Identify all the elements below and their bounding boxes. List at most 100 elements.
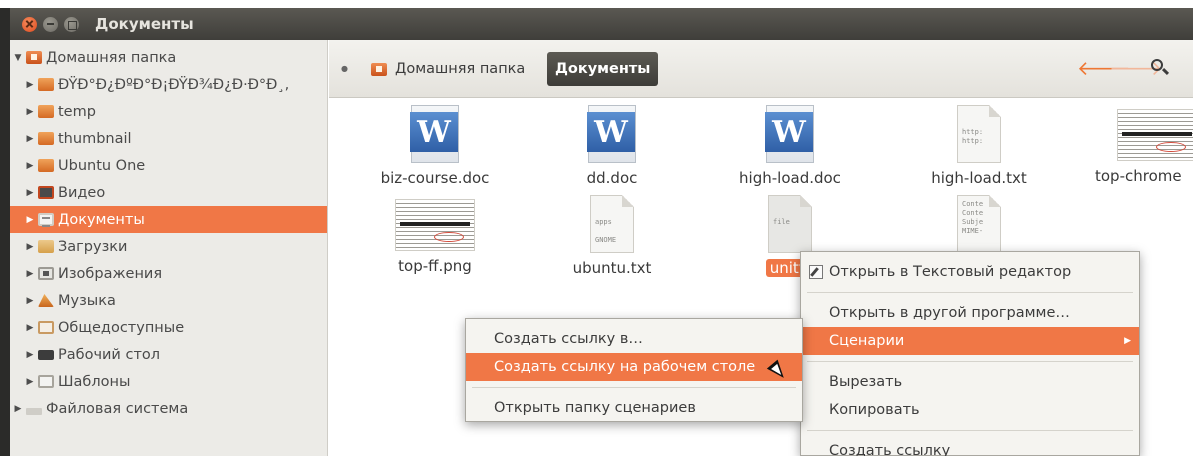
downloads-folder-icon — [38, 240, 54, 253]
file-item[interactable]: apps GNOME ubuntu.txt — [532, 195, 692, 277]
menu-item-label: Копировать — [829, 402, 920, 418]
file-name: high-load.txt — [931, 169, 1027, 187]
text-file-icon: apps GNOME — [590, 195, 634, 253]
menu-separator — [472, 387, 796, 388]
collapsed-arrow-icon[interactable]: ▶ — [24, 107, 36, 117]
sidebar-item-thumbnail[interactable]: ▶ thumbnail — [10, 125, 327, 152]
sidebar-item-label: Ubuntu One — [58, 157, 146, 174]
collapsed-arrow-icon[interactable]: ▶ — [24, 323, 36, 333]
sidebar-item-downloads[interactable]: ▶ Загрузки — [10, 233, 327, 260]
collapsed-arrow-icon[interactable]: ▶ — [24, 80, 36, 90]
collapsed-arrow-icon[interactable]: ▶ — [24, 269, 36, 279]
file-item[interactable]: Conte Conte Subje MIME- — [899, 195, 1059, 253]
collapsed-arrow-icon[interactable]: ▶ — [12, 404, 24, 414]
menu-item-label: Вырезать — [829, 374, 903, 390]
text-preview: Conte Conte Subje MIME- — [962, 200, 984, 235]
folder-icon — [38, 132, 54, 145]
maximize-window-button[interactable] — [64, 16, 79, 32]
folder-icon — [38, 105, 54, 118]
templates-folder-icon — [38, 375, 54, 388]
home-folder-icon — [371, 62, 387, 76]
word-document-icon: W — [410, 105, 459, 163]
sidebar-item-label: Общедоступные — [58, 319, 185, 336]
sidebar-item-public[interactable]: ▶ Общедоступные — [10, 314, 327, 341]
collapsed-arrow-icon[interactable]: ▶ — [24, 296, 36, 306]
text-file-icon: http: http: — [957, 105, 1001, 163]
menu-item-create-link-on-desktop[interactable]: Создать ссылку на рабочем столе — [466, 353, 802, 381]
sidebar-item-music[interactable]: ▶ Музыка — [10, 287, 327, 314]
path-scroll-left-icon[interactable]: ● — [341, 64, 348, 73]
window-titlebar[interactable]: Документы — [10, 8, 1193, 40]
window-title: Документы — [95, 15, 194, 33]
sidebar-item-home[interactable]: ▼ Домашняя папка — [10, 44, 327, 71]
menu-item-open-other-program[interactable]: Открыть в другой программе… — [801, 299, 1139, 327]
menu-separator — [807, 292, 1133, 293]
file-name: dd.doc — [586, 169, 638, 187]
scripts-submenu: Создать ссылку в… Создать ссылку на рабо… — [465, 318, 803, 422]
image-thumbnail-icon — [395, 199, 475, 251]
folder-icon — [38, 159, 54, 172]
menu-item-open-scripts-folder[interactable]: Открыть папку сценариев — [466, 394, 802, 422]
menu-item-create-link[interactable]: Создать ссылку — [801, 437, 1139, 456]
collapsed-arrow-icon[interactable]: ▶ — [24, 350, 36, 360]
breadcrumb-label: Документы — [555, 61, 651, 77]
sidebar-item-label: temp — [58, 103, 96, 120]
sidebar-item-label: Видео — [58, 184, 106, 201]
sidebar-item-video[interactable]: ▶ Видео — [10, 179, 327, 206]
sidebar-item-label: Загрузки — [58, 238, 128, 255]
sidebar-item-label: Шаблоны — [58, 373, 131, 390]
search-icon[interactable] — [1145, 54, 1173, 82]
sidebar-item-garbled-folder[interactable]: ▶ ÐŸÐ°Ð¿ÐºÐ°Ð¡ÐŸÐ¾Ð¿Ð·Ð°Ð¸, — [10, 71, 327, 98]
minimize-window-button[interactable] — [43, 16, 58, 32]
path-bar: ● Домашняя папка Документы 🡐 🡒 — [329, 40, 1193, 98]
menu-item-scripts[interactable]: Сценарии ▶ — [801, 327, 1139, 355]
sidebar-item-documents[interactable]: ▶ Документы — [10, 206, 327, 233]
file-item[interactable]: W high-load.doc — [710, 105, 870, 187]
menu-item-copy[interactable]: Копировать — [801, 396, 1139, 424]
text-preview: http: http: — [962, 128, 984, 145]
sidebar-tree: ▼ Домашняя папка ▶ ÐŸÐ°Ð¿ÐºÐ°Ð¡ÐŸÐ¾Ð¿Ð·Ð… — [10, 40, 328, 456]
text-editor-icon — [809, 265, 823, 279]
menu-item-cut[interactable]: Вырезать — [801, 368, 1139, 396]
collapsed-arrow-icon[interactable]: ▶ — [24, 161, 36, 171]
text-file-icon: file — [768, 195, 812, 253]
text-file-icon: Conte Conte Subje MIME- — [957, 195, 1001, 253]
sidebar-item-label: Музыка — [58, 292, 116, 309]
file-item[interactable]: top-chrome — [1077, 105, 1193, 185]
file-name: top-chrome — [1095, 167, 1182, 185]
sidebar-item-label: Домашняя папка — [46, 49, 177, 66]
menu-separator — [807, 361, 1133, 362]
menu-item-open-text-editor[interactable]: Открыть в Текстовый редактор — [801, 258, 1139, 286]
sidebar-item-pictures[interactable]: ▶ Изображения — [10, 260, 327, 287]
breadcrumb-label: Домашняя папка — [395, 61, 526, 77]
video-folder-icon — [38, 186, 54, 199]
breadcrumb-current[interactable]: Документы — [547, 52, 659, 86]
file-item[interactable]: top-ff.png — [355, 195, 515, 275]
sidebar-item-filesystem[interactable]: ▶ Файловая система — [10, 395, 327, 422]
collapsed-arrow-icon[interactable]: ▶ — [24, 188, 36, 198]
documents-folder-icon — [38, 213, 54, 227]
desktop-folder-icon — [38, 349, 54, 360]
menu-item-label: Сценарии — [829, 333, 905, 349]
file-item[interactable]: W biz-course.doc — [355, 105, 515, 187]
collapsed-arrow-icon[interactable]: ▶ — [24, 377, 36, 387]
sidebar-item-ubuntu-one[interactable]: ▶ Ubuntu One — [10, 152, 327, 179]
expanded-arrow-icon[interactable]: ▼ — [12, 53, 24, 63]
collapsed-arrow-icon[interactable]: ▶ — [24, 242, 36, 252]
pictures-folder-icon — [38, 267, 54, 280]
close-window-button[interactable] — [22, 16, 37, 32]
breadcrumb-home[interactable]: Домашняя папка — [361, 52, 533, 86]
collapsed-arrow-icon[interactable]: ▶ — [24, 215, 36, 225]
menu-item-label: Создать ссылку в… — [494, 331, 643, 347]
sidebar-item-temp[interactable]: ▶ temp — [10, 98, 327, 125]
file-item[interactable]: http: http: high-load.txt — [899, 105, 1059, 187]
collapsed-arrow-icon[interactable]: ▶ — [24, 134, 36, 144]
file-name: top-ff.png — [398, 257, 472, 275]
menu-item-label: Создать ссылку — [829, 443, 951, 456]
file-name: high-load.doc — [739, 169, 841, 187]
file-item[interactable]: W dd.doc — [532, 105, 692, 187]
sidebar-item-desktop[interactable]: ▶ Рабочий стол — [10, 341, 327, 368]
menu-item-create-link-in[interactable]: Создать ссылку в… — [466, 325, 802, 353]
sidebar-item-templates[interactable]: ▶ Шаблоны — [10, 368, 327, 395]
public-folder-icon — [38, 321, 54, 334]
